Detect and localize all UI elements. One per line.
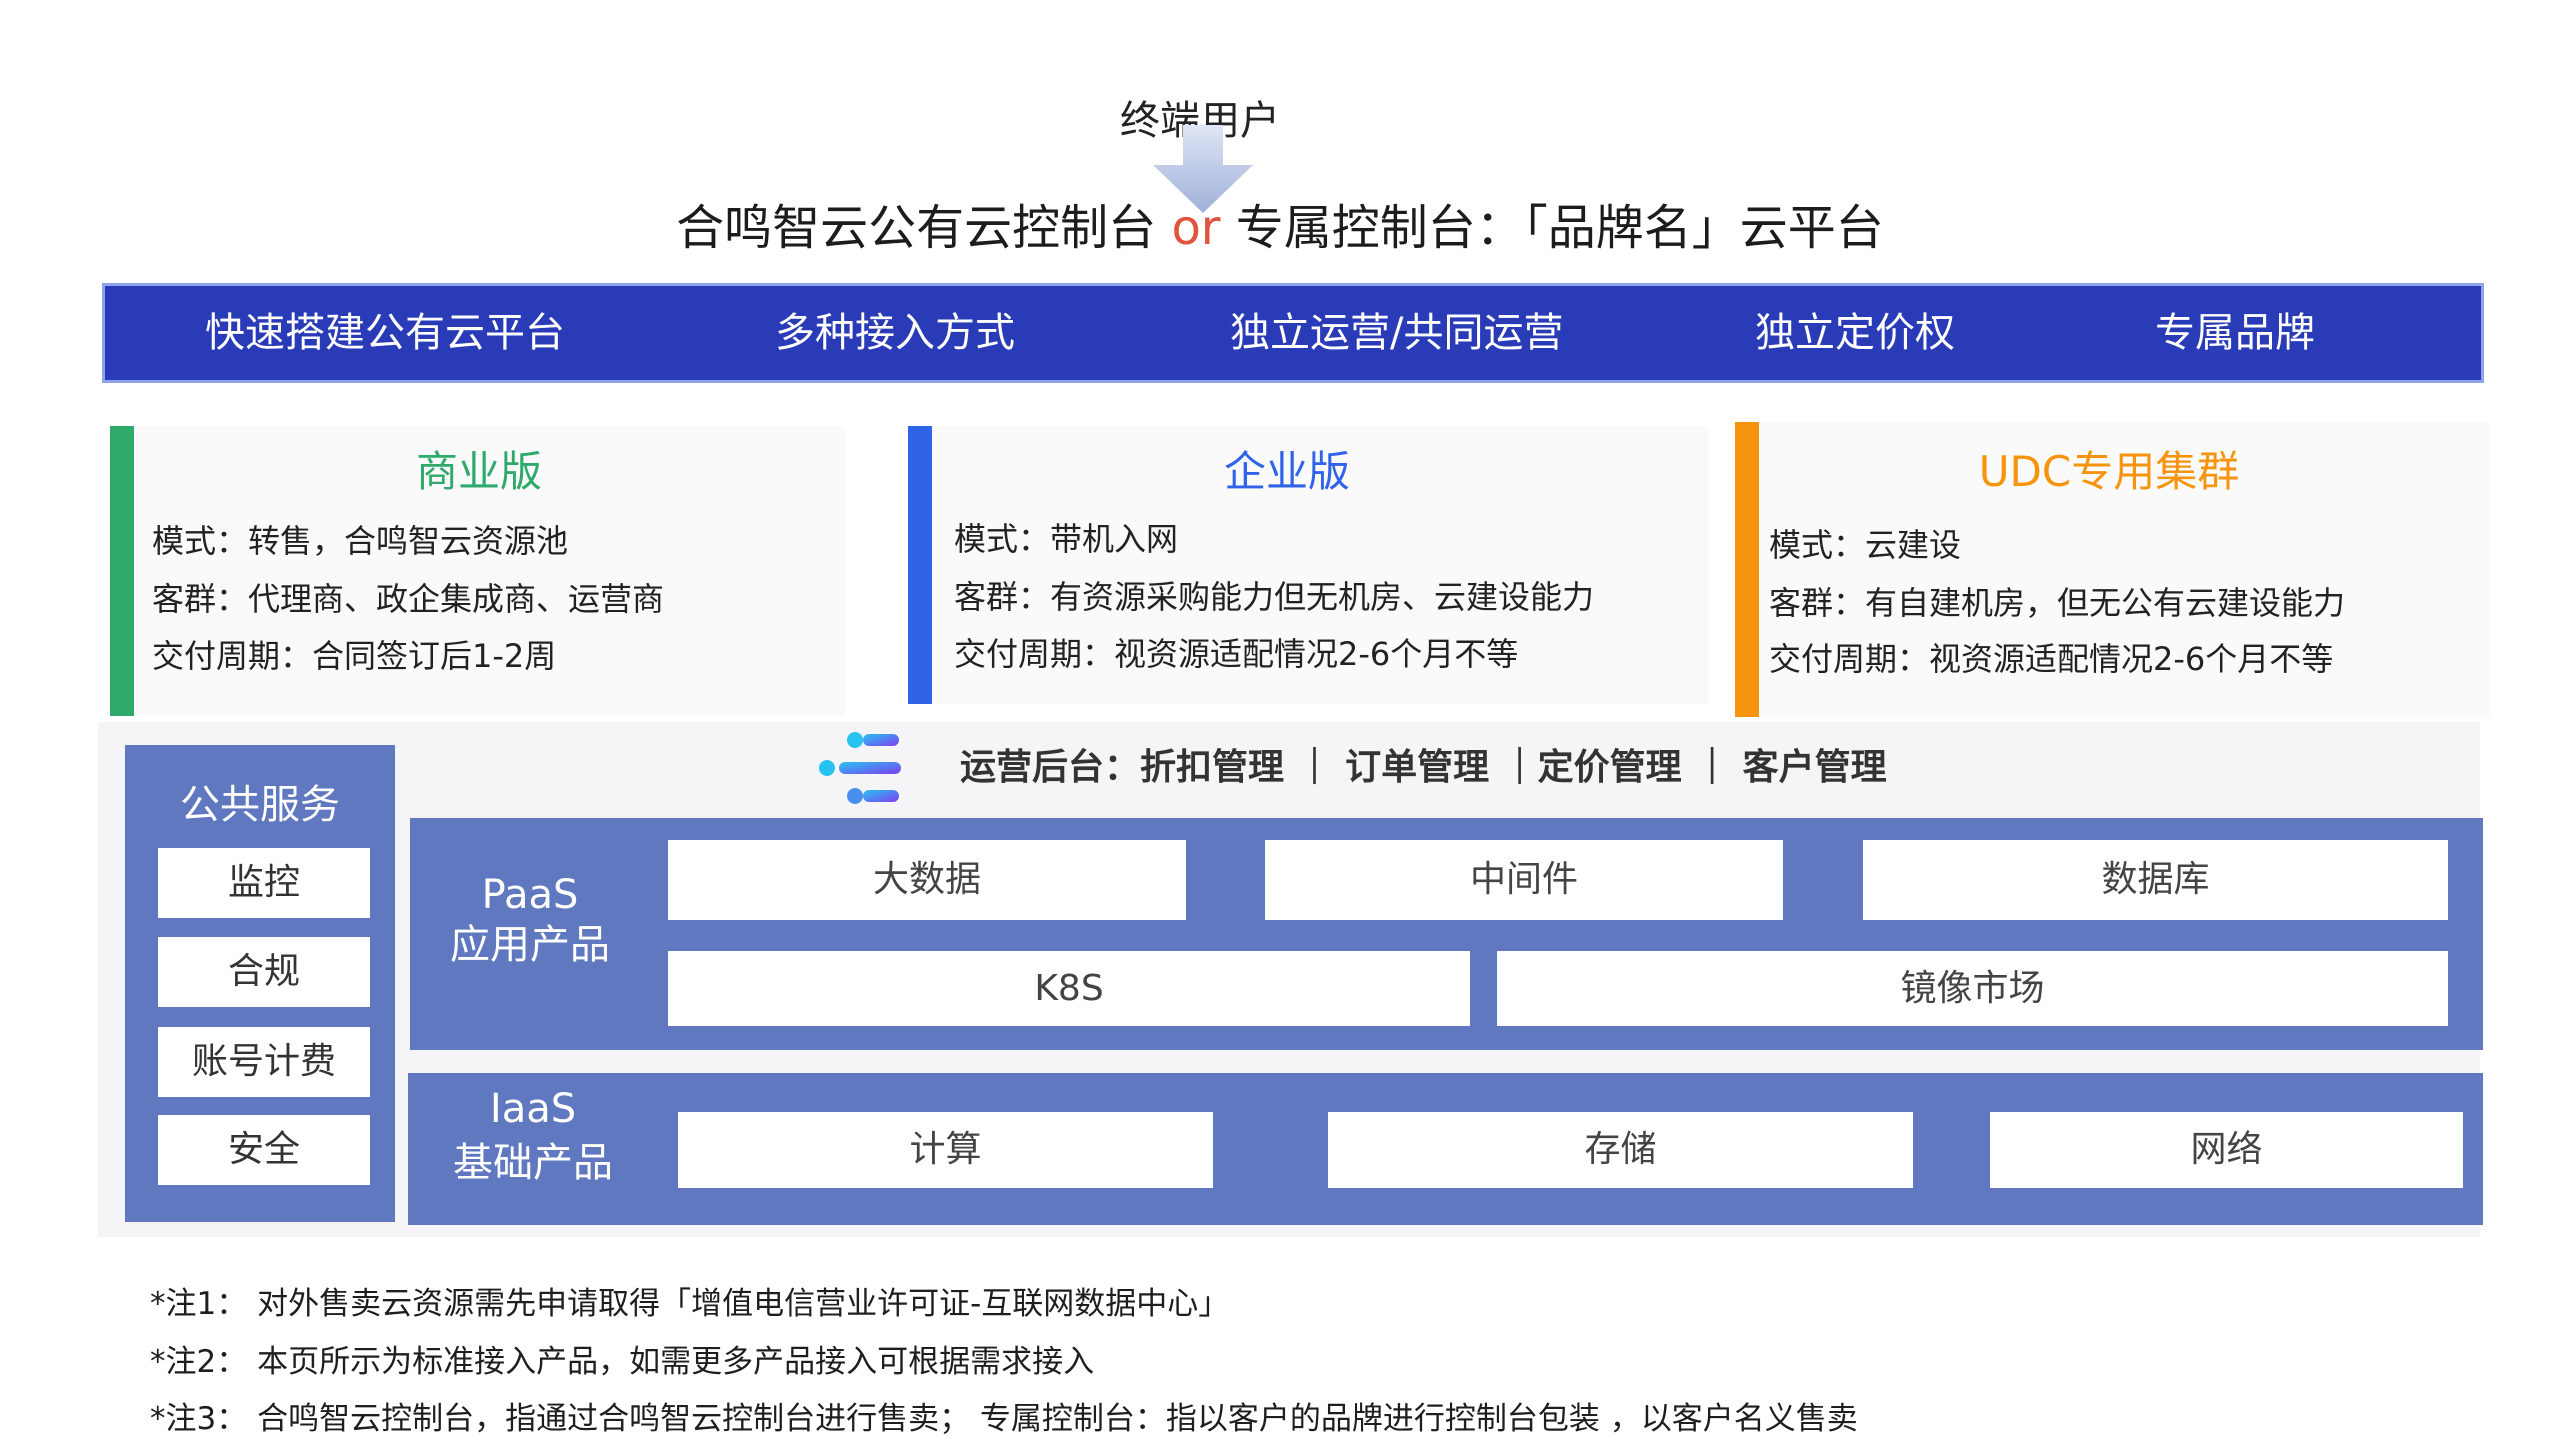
edition-title: 企业版 bbox=[1223, 447, 1350, 496]
service-compliance: 合规 bbox=[158, 937, 370, 1007]
edition-mode: 模式：云建设 bbox=[1769, 526, 1962, 564]
edition-accent-bar bbox=[1735, 422, 1759, 717]
edition-title: 商业版 bbox=[415, 447, 542, 496]
product-k8s: K8S bbox=[668, 951, 1470, 1026]
feature-item: 专属品牌 bbox=[2155, 310, 2315, 356]
product-database: 数据库 bbox=[1863, 840, 2448, 920]
edition-customers: 客群：有自建机房，但无公有云建设能力 bbox=[1769, 584, 2346, 622]
ops-backend-text: 运营后台：折扣管理 ｜ 订单管理 ｜定价管理 ｜ 客户管理 bbox=[960, 747, 1887, 788]
edition-accent-bar bbox=[908, 426, 932, 704]
edition-card-enterprise: 企业版 模式：带机入网 客群：有资源采购能力但无机房、云建设能力 交付周期：视资… bbox=[908, 426, 1708, 704]
feature-bar: 快速搭建公有云平台 多种接入方式 独立运营/共同运营 独立定价权 专属品牌 bbox=[102, 283, 2484, 383]
page-title: 合鸣智云公有云控制台 or 专属控制台：「品牌名」云平台 bbox=[0, 188, 2560, 258]
feature-item: 多种接入方式 bbox=[775, 310, 1015, 356]
title-or: or bbox=[1171, 200, 1221, 256]
product-network: 网络 bbox=[1990, 1112, 2463, 1188]
product-image-market: 镜像市场 bbox=[1497, 951, 2448, 1026]
service-monitoring: 监控 bbox=[158, 848, 370, 918]
product-big-data: 大数据 bbox=[668, 840, 1186, 920]
product-storage: 存储 bbox=[1328, 1112, 1913, 1188]
edition-delivery: 交付周期：合同签订后1-2周 bbox=[152, 637, 557, 675]
note-1: *注1： 对外售卖云资源需先申请取得「增值电信营业许可证-互联网数据中心」 bbox=[150, 1286, 1230, 1322]
edition-mode: 模式：转售，合鸣智云资源池 bbox=[152, 522, 569, 560]
service-account-billing: 账号计费 bbox=[158, 1027, 370, 1097]
edition-mode: 模式：带机入网 bbox=[954, 520, 1179, 558]
note-3: *注3： 合鸣智云控制台，指通过合鸣智云控制台进行售卖； 专属控制台：指以客户的… bbox=[150, 1401, 1858, 1437]
product-compute: 计算 bbox=[678, 1112, 1213, 1188]
feature-item: 独立定价权 bbox=[1755, 310, 1955, 356]
ops-logo-icon bbox=[819, 732, 901, 804]
edition-delivery: 交付周期：视资源适配情况2-6个月不等 bbox=[954, 635, 1519, 673]
edition-card-business: 商业版 模式：转售，合鸣智云资源池 客群：代理商、政企集成商、运营商 交付周期：… bbox=[110, 426, 845, 716]
paas-label-line1: PaaS bbox=[481, 872, 579, 918]
iaas-label-line1: IaaS bbox=[489, 1086, 577, 1132]
product-middleware: 中间件 bbox=[1265, 840, 1783, 920]
title-part-1: 合鸣智云公有云控制台 bbox=[676, 200, 1172, 256]
feature-item: 快速搭建公有云平台 bbox=[205, 310, 565, 356]
title-part-2: 专属控制台：「品牌名」云平台 bbox=[1220, 200, 1884, 256]
edition-accent-bar bbox=[110, 426, 134, 716]
edition-card-udc: UDC专用集群 模式：云建设 客群：有自建机房，但无公有云建设能力 交付周期：视… bbox=[1735, 422, 2490, 717]
service-security: 安全 bbox=[158, 1115, 370, 1185]
public-services-title: 公共服务 bbox=[180, 782, 340, 828]
feature-item: 独立运营/共同运营 bbox=[1230, 310, 1564, 356]
iaas-label: IaaS 基础产品 bbox=[408, 1082, 658, 1190]
edition-customers: 客群：有资源采购能力但无机房、云建设能力 bbox=[954, 578, 1595, 616]
edition-delivery: 交付周期：视资源适配情况2-6个月不等 bbox=[1769, 640, 2334, 678]
edition-customers: 客群：代理商、政企集成商、运营商 bbox=[152, 580, 665, 618]
paas-label-line2: 应用产品 bbox=[450, 922, 610, 968]
note-2: *注2： 本页所示为标准接入产品，如需更多产品接入可根据需求接入 bbox=[150, 1344, 1095, 1380]
paas-label: PaaS 应用产品 bbox=[410, 870, 650, 970]
iaas-label-line2: 基础产品 bbox=[453, 1140, 613, 1186]
edition-title: UDC专用集群 bbox=[1978, 447, 2240, 496]
